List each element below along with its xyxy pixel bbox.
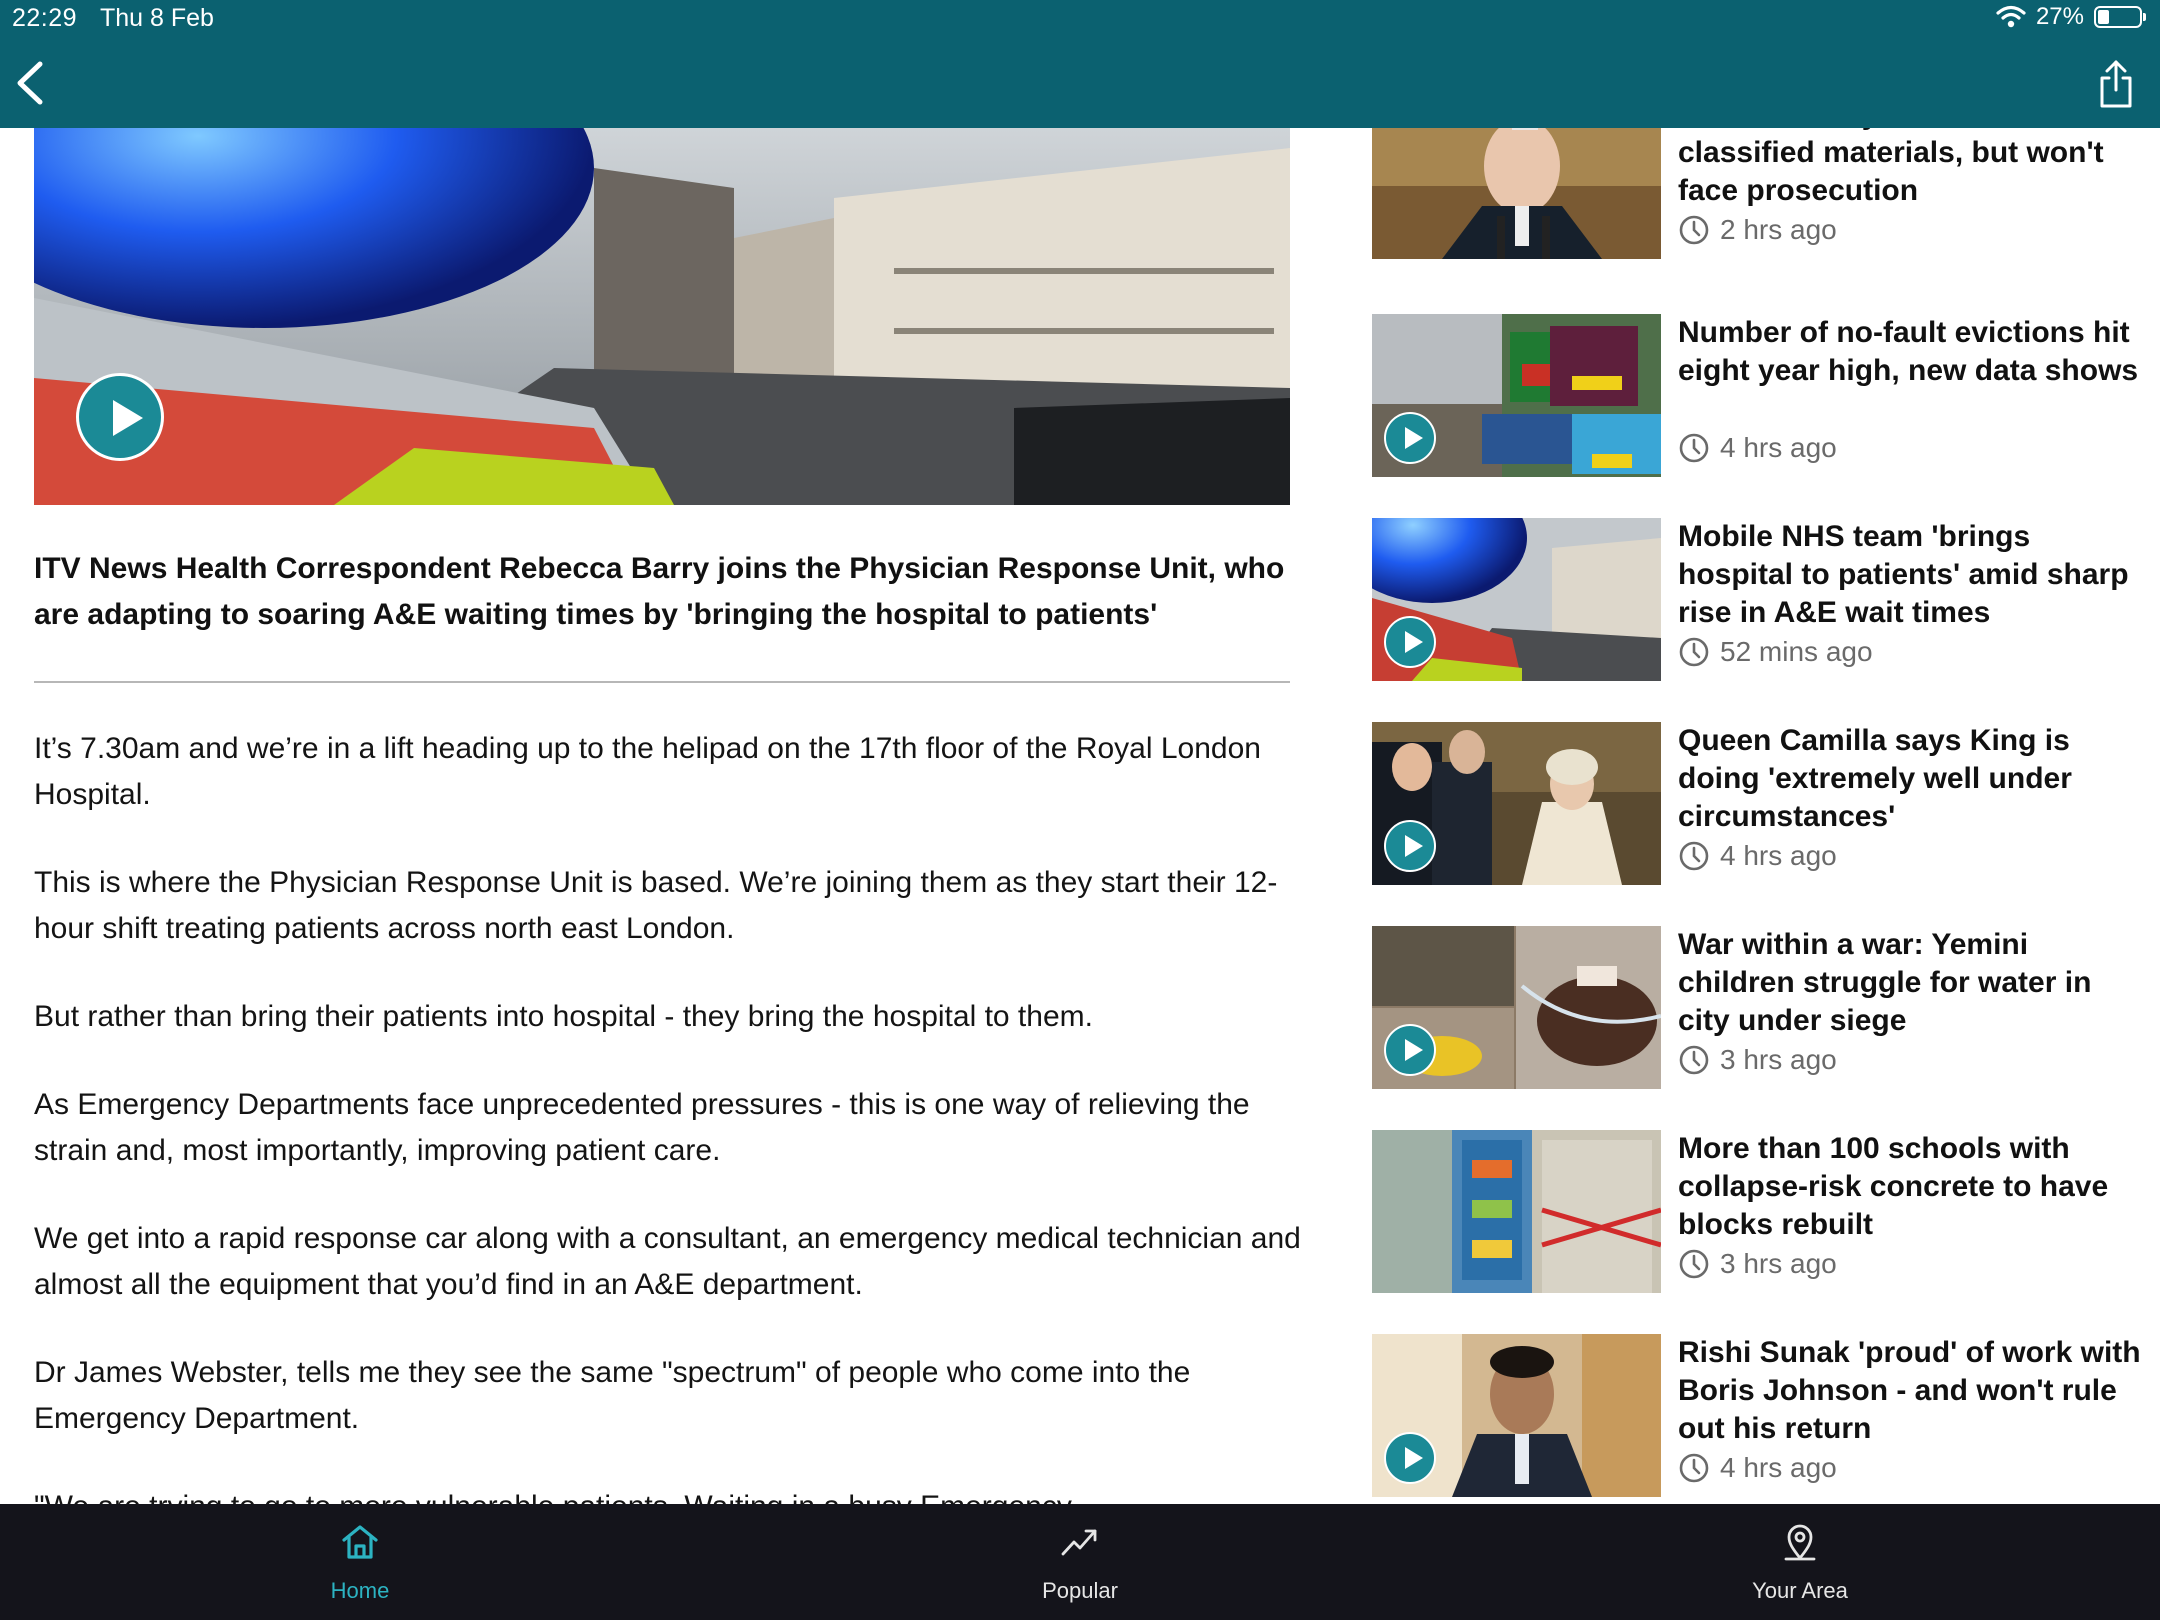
story-item[interactable]: More than 100 schools with collapse-risk… (1372, 1130, 2160, 1300)
story-thumbnail (1372, 128, 1661, 259)
divider (34, 681, 1290, 683)
video-caption: ITV News Health Correspondent Rebecca Ba… (34, 552, 1285, 631)
battery-percent: 27% (2035, 3, 2084, 30)
article-paragraph: As Emergency Departments face unpreceden… (34, 1088, 1250, 1167)
article-body: It’s 7.30am and we’re in a lift heading … (34, 726, 1304, 1504)
share-icon (2100, 60, 2132, 108)
story-title: Mobile NHS team 'brings hospital to pati… (1678, 520, 2129, 629)
play-icon (1384, 1432, 1436, 1484)
story-thumbnail (1372, 722, 1661, 885)
tab-your-area[interactable]: Your Area (1650, 1504, 1950, 1620)
story-timestamp: 4 hrs ago (1678, 1452, 1837, 1484)
story-time-label: 4 hrs ago (1720, 840, 1837, 871)
clock-icon (1679, 841, 1709, 871)
story-timestamp: 52 mins ago (1678, 636, 1873, 668)
story-thumbnail (1372, 314, 1661, 477)
battery-level (2098, 10, 2109, 24)
clock-icon (1679, 1453, 1709, 1483)
related-stories: Biden 'wilfully' disclosed classified ma… (1372, 128, 2160, 1504)
clock-icon (1679, 215, 1709, 245)
story-item[interactable]: Mobile NHS team 'brings hospital to pati… (1372, 518, 2160, 688)
tab-label: Home (330, 1578, 390, 1603)
article: ITV News Health Correspondent Rebecca Ba… (0, 128, 1330, 1504)
tab-bar: Home Popular Your Area (0, 1504, 2160, 1620)
article-paragraph: We get into a rapid response car along w… (34, 1222, 1301, 1301)
tab-home[interactable]: Home (210, 1504, 510, 1620)
clock-icon (1679, 637, 1709, 667)
story-timestamp: 4 hrs ago (1678, 432, 1837, 464)
play-icon (1384, 1024, 1436, 1076)
hero-video[interactable] (34, 128, 1290, 505)
story-thumbnail (1372, 926, 1661, 1089)
status-indicators: 27% (1996, 3, 2146, 31)
play-icon (1384, 820, 1436, 872)
story-item[interactable]: Queen Camilla says King is doing 'extrem… (1372, 722, 2160, 892)
story-title: More than 100 schools with collapse-risk… (1678, 1132, 2109, 1241)
story-time-label: 3 hrs ago (1720, 1044, 1837, 1075)
article-paragraph: Dr James Webster, tells me they see the … (34, 1356, 1191, 1435)
story-title: War within a war: Yemini children strugg… (1678, 928, 2092, 1037)
story-item[interactable]: Rishi Sunak 'proud' of work with Boris J… (1372, 1334, 2160, 1504)
home-icon (342, 1525, 378, 1559)
battery-icon (2094, 6, 2146, 28)
clock-icon (1679, 433, 1709, 463)
story-time-label: 4 hrs ago (1720, 1452, 1837, 1483)
trending-icon (1061, 1529, 1097, 1556)
wifi-icon (1996, 5, 2026, 28)
story-timestamp: 2 hrs ago (1678, 214, 1837, 246)
hero-image (34, 128, 1290, 505)
story-time-label: 4 hrs ago (1720, 432, 1837, 463)
tab-label: Popular (1042, 1578, 1118, 1603)
clock-icon (1679, 1249, 1709, 1279)
story-time-label: 52 mins ago (1720, 636, 1873, 667)
share-button[interactable] (2094, 58, 2138, 110)
back-button[interactable] (10, 58, 54, 108)
play-icon (1384, 616, 1436, 668)
story-title: Queen Camilla says King is doing 'extrem… (1678, 724, 2072, 833)
story-title: Number of no-fault evictions hit eight y… (1678, 316, 2139, 387)
story-timestamp: 4 hrs ago (1678, 840, 1837, 872)
story-time-label: 3 hrs ago (1720, 1248, 1837, 1279)
status-time: 22:29 (12, 4, 78, 32)
story-thumbnail (1372, 518, 1661, 681)
story-item[interactable]: War within a war: Yemini children strugg… (1372, 926, 2160, 1096)
tab-popular[interactable]: Popular (930, 1504, 1230, 1620)
story-item[interactable]: Biden 'wilfully' disclosed classified ma… (1372, 128, 2160, 266)
top-bar: 22:29 Thu 8 Feb 27% (0, 0, 2160, 128)
story-timestamp: 3 hrs ago (1678, 1044, 1837, 1076)
location-pin-icon (1784, 1524, 1816, 1561)
chevron-left-icon (17, 61, 43, 105)
tab-label: Your Area (1752, 1578, 1848, 1603)
play-icon (1384, 412, 1436, 464)
story-title: Rishi Sunak 'proud' of work with Boris J… (1678, 1336, 2141, 1445)
story-timestamp: 3 hrs ago (1678, 1248, 1837, 1280)
story-title: Biden 'wilfully' disclosed classified ma… (1678, 128, 2104, 207)
clock-icon (1679, 1045, 1709, 1075)
story-thumbnail (1372, 1334, 1661, 1497)
status-date: Thu 8 Feb (100, 4, 214, 32)
play-icon[interactable] (76, 373, 164, 461)
article-paragraph: This is where the Physician Response Uni… (34, 866, 1278, 945)
article-paragraph: But rather than bring their patients int… (34, 1000, 1093, 1033)
story-item[interactable]: Number of no-fault evictions hit eight y… (1372, 314, 2160, 484)
story-thumbnail (1372, 1130, 1661, 1293)
article-paragraph: "We are trying to go to more vulnerable … (34, 1484, 1304, 1504)
article-paragraph: It’s 7.30am and we’re in a lift heading … (34, 732, 1261, 811)
story-time-label: 2 hrs ago (1720, 214, 1837, 245)
